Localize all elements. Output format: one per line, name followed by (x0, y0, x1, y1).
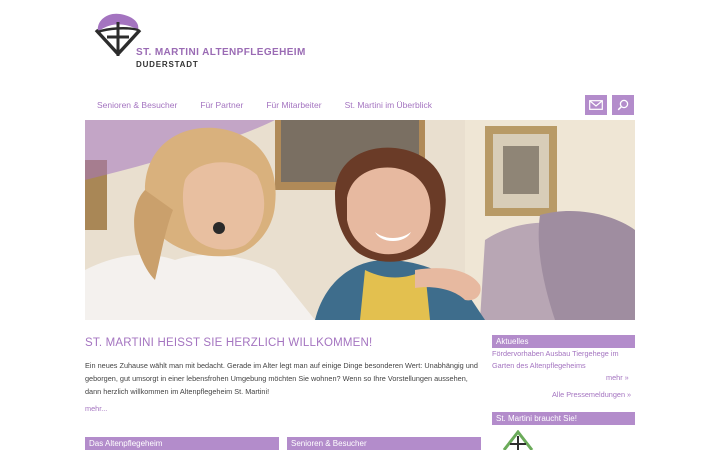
brand-subtitle: Duderstadt (136, 60, 199, 69)
news-item-link[interactable]: Fördervorhaben Ausbau Tiergehege im Gart… (492, 348, 637, 372)
welcome-headline: ST. MARTINI HEISST SIE HERZLICH WILLKOMM… (85, 337, 373, 349)
mail-button[interactable] (585, 95, 607, 115)
box-senioren-title[interactable]: Senioren & Besucher (287, 437, 481, 450)
nav-item-partner[interactable]: Für Partner (200, 100, 243, 110)
news-more-link[interactable]: mehr » (606, 373, 629, 382)
envelope-icon (589, 100, 603, 110)
nav-item-mitarbeiter[interactable]: Für Mitarbeiter (266, 100, 321, 110)
main-navigation: Senioren & Besucher Für Partner Für Mita… (97, 100, 455, 110)
hero-image (85, 120, 635, 320)
intro-more-link[interactable]: mehr... (85, 404, 107, 413)
brand-name: St. Martini Altenpflegeheim (136, 47, 306, 58)
nav-item-senioren[interactable]: Senioren & Besucher (97, 100, 177, 110)
box-altenpflegeheim-title[interactable]: Das Altenpflegeheim (85, 437, 279, 450)
welcome-intro-text: Ein neues Zuhause wählt man mit bedacht.… (85, 361, 478, 396)
search-icon (617, 99, 629, 111)
tree-icon (502, 430, 534, 450)
nav-item-ueberblick[interactable]: St. Martini im Überblick (345, 100, 432, 110)
news-section-title: Aktuelles (492, 335, 635, 348)
search-button[interactable] (612, 95, 634, 115)
needs-you-section-title: St. Martini braucht Sie! (492, 412, 635, 425)
all-press-releases-link[interactable]: Alle Pressemeldungen » (552, 390, 631, 399)
